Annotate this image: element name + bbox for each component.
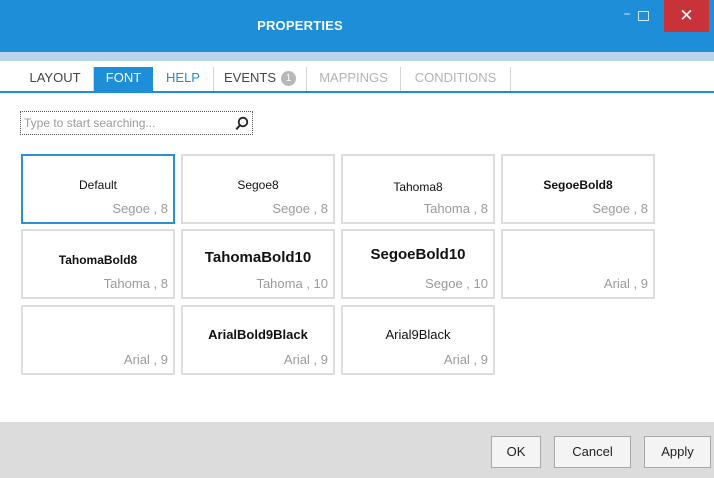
font-family-size: Tahoma , 10: [256, 276, 328, 291]
tab-label: CONDITIONS: [414, 70, 497, 85]
font-style-name: ArialBold9Black: [208, 327, 308, 342]
font-tile-segoebold8[interactable]: SegoeBold8 Segoe , 8: [501, 154, 655, 224]
font-family-size: Arial , 9: [123, 352, 168, 367]
font-tile-segoebold10[interactable]: SegoeBold10 Segoe , 10: [341, 229, 495, 299]
font-tile-tahomabold8[interactable]: TahomaBold8 Tahoma , 8: [21, 229, 175, 299]
tab-events[interactable]: EVENTS 1: [214, 67, 307, 91]
events-count-badge: 1: [281, 71, 296, 86]
tab-label: FONT: [105, 70, 142, 85]
font-tile-arial9black[interactable]: Arial9Black Arial , 9: [341, 305, 495, 375]
font-style-name: TahomaBold10: [204, 249, 312, 266]
font-family-size: Arial , 9: [283, 352, 328, 367]
font-style-name: Default: [78, 178, 118, 192]
font-style-name: Arial9Black: [385, 327, 451, 342]
font-style-name: SegoeBold10: [370, 246, 466, 263]
font-style-name: Segoe8: [237, 178, 279, 192]
font-tile-default[interactable]: Default Segoe , 8: [21, 154, 175, 224]
font-family-size: Arial , 9: [443, 352, 488, 367]
font-family-size: Segoe , 8: [272, 201, 328, 216]
title-band: [0, 52, 714, 61]
tab-mappings: MAPPINGS: [307, 67, 401, 91]
close-button[interactable]: ✕: [664, 0, 709, 32]
font-family-size: Segoe , 10: [425, 276, 488, 291]
tab-conditions: CONDITIONS: [401, 67, 511, 91]
tab-layout[interactable]: LAYOUT: [17, 67, 94, 91]
font-style-name: SegoeBold8: [543, 178, 613, 192]
tab-label: HELP: [166, 70, 200, 85]
font-family-size: Arial , 9: [603, 276, 648, 291]
font-tile-segoe8[interactable]: Segoe8 Segoe , 8: [181, 154, 335, 224]
search-input[interactable]: [24, 114, 224, 132]
font-family-size: Segoe , 8: [112, 201, 168, 216]
tab-label: LAYOUT: [29, 70, 81, 85]
title-bar[interactable]: PROPERTIES – ✕: [0, 0, 714, 52]
font-style-name: Tahoma8: [393, 180, 443, 194]
font-tile-arialbold9black[interactable]: ArialBold9Black Arial , 9: [181, 305, 335, 375]
tab-font[interactable]: FONT: [94, 67, 153, 93]
font-tile-tahomabold10[interactable]: TahomaBold10 Tahoma , 10: [181, 229, 335, 299]
tab-label: EVENTS: [223, 70, 276, 85]
apply-button[interactable]: Apply: [644, 436, 711, 468]
font-tile-tahoma8[interactable]: Tahoma8 Tahoma , 8: [341, 154, 495, 224]
cancel-button[interactable]: Cancel: [554, 436, 631, 468]
search-icon[interactable]: [235, 116, 249, 131]
window-title: PROPERTIES: [257, 18, 343, 33]
tab-help[interactable]: HELP: [153, 67, 214, 91]
minimize-icon[interactable]: –: [618, 7, 636, 24]
search-box[interactable]: [20, 111, 253, 135]
font-family-size: Segoe , 8: [592, 201, 648, 216]
ok-button[interactable]: OK: [491, 436, 541, 468]
font-style-name: TahomaBold8: [58, 253, 138, 267]
tab-bar: LAYOUT FONT HELP EVENTS 1 MAPPINGS CONDIT…: [0, 61, 714, 93]
font-tile-arial9[interactable]: Arial , 9: [501, 229, 655, 299]
font-family-size: Tahoma , 8: [103, 276, 168, 291]
font-family-size: Tahoma , 8: [423, 201, 488, 216]
close-icon: ✕: [679, 6, 694, 26]
font-tile-arial9[interactable]: Arial , 9: [21, 305, 175, 375]
tab-label: MAPPINGS: [319, 70, 388, 85]
maximize-icon[interactable]: [638, 11, 649, 21]
